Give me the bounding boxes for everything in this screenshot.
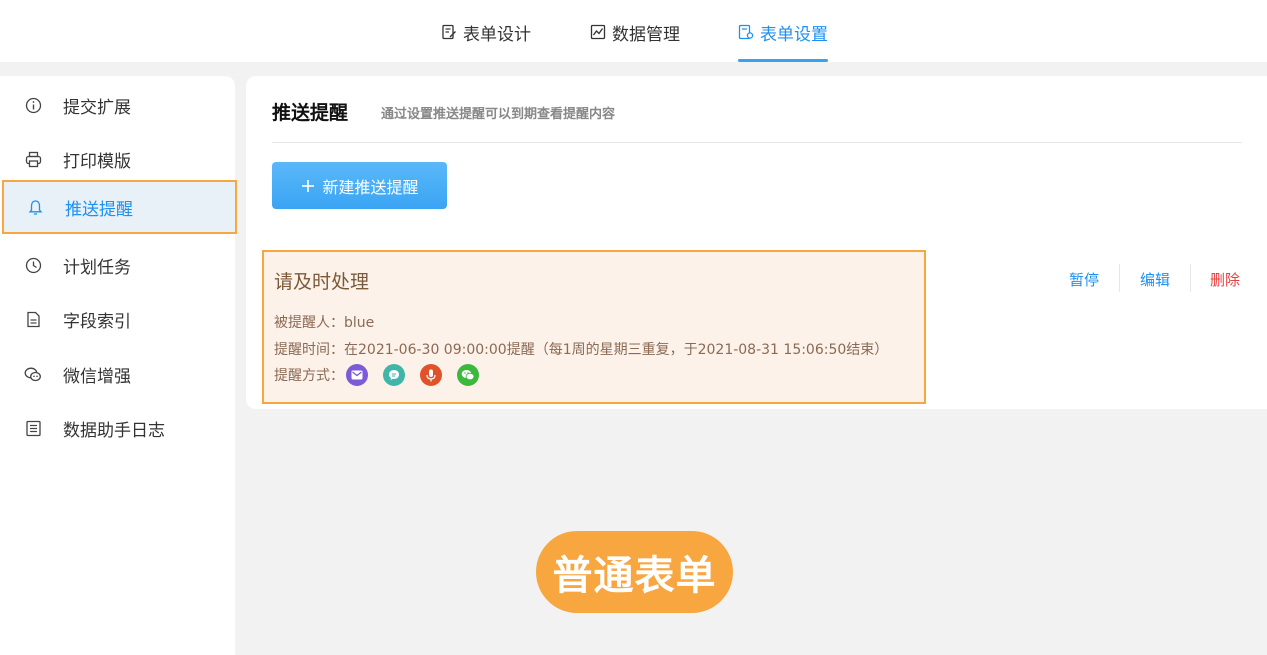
sidebar-item-label: 计划任务 [63, 257, 131, 278]
wechat-icon [24, 365, 42, 383]
sidebar-item-print-template[interactable]: 打印模版 [0, 132, 235, 186]
tab-label: 表单设计 [463, 25, 531, 45]
header-divider [272, 142, 1242, 143]
reminder-methods: 提醒方式： [274, 364, 494, 386]
bell-icon [26, 198, 44, 216]
tab-form-settings[interactable]: 表单设置 [738, 20, 828, 62]
voice-icon [420, 364, 442, 386]
sidebar-item-label: 打印模版 [63, 151, 131, 172]
form-settings-icon [738, 24, 754, 40]
page-title: 推送提醒 [272, 102, 349, 124]
page-subtitle: 通过设置推送提醒可以到期查看提醒内容 [381, 107, 616, 122]
clock-icon [24, 256, 42, 274]
tab-label: 表单设置 [760, 25, 828, 45]
sidebar-item-wechat-enhance[interactable]: 微信增强 [0, 347, 235, 401]
form-type-badge: 普通表单 [536, 531, 733, 613]
action-separator [1119, 264, 1120, 292]
email-icon [346, 364, 368, 386]
pause-button[interactable]: 暂停 [1069, 269, 1099, 290]
sidebar-item-label: 提交扩展 [63, 97, 131, 118]
push-reminder-panel: 推送提醒 通过设置推送提醒可以到期查看提醒内容 新建推送提醒 请及时处理 被提醒… [246, 76, 1267, 409]
sidebar-item-scheduled-tasks[interactable]: 计划任务 [0, 238, 235, 292]
wechat-icon [457, 364, 479, 386]
settings-sidebar: 提交扩展 打印模版 推送提醒 计划任务 字段索引 微信增强 数据助手日志 [0, 76, 237, 655]
new-button-label: 新建推送提醒 [322, 177, 419, 197]
tab-data-management[interactable]: 数据管理 [590, 20, 680, 62]
action-separator [1190, 264, 1191, 292]
info-icon [24, 96, 42, 114]
delete-button[interactable]: 删除 [1210, 269, 1240, 290]
message-icon [383, 364, 405, 386]
reminder-time: 提醒时间：在2021-06-30 09:00:00提醒（每1周的星期三重复，于2… [274, 342, 889, 358]
sidebar-item-field-index[interactable]: 字段索引 [0, 292, 235, 346]
printer-icon [24, 150, 42, 168]
sidebar-item-label: 字段索引 [63, 311, 131, 332]
chart-icon [590, 24, 606, 40]
sidebar-item-label: 微信增强 [63, 366, 131, 387]
sidebar-item-data-assistant-log[interactable]: 数据助手日志 [0, 401, 235, 455]
tab-form-design[interactable]: 表单设计 [441, 20, 531, 62]
sidebar-item-label: 推送提醒 [65, 199, 133, 220]
reminder-method-label: 提醒方式： [274, 368, 344, 384]
sidebar-item-label: 数据助手日志 [63, 420, 165, 441]
plus-icon [302, 179, 315, 192]
edit-button[interactable]: 编辑 [1140, 269, 1170, 290]
document-icon [24, 310, 42, 328]
reminder-card: 请及时处理 被提醒人：blue 提醒时间：在2021-06-30 09:00:0… [262, 250, 926, 404]
tab-label: 数据管理 [612, 25, 680, 45]
edit-icon [442, 24, 456, 40]
sidebar-item-push-reminder[interactable]: 推送提醒 [2, 180, 237, 234]
list-icon [24, 419, 42, 437]
new-push-reminder-button[interactable]: 新建推送提醒 [272, 162, 447, 209]
reminder-recipient: 被提醒人：blue [274, 315, 375, 331]
top-tab-bar: 表单设计 数据管理 表单设置 [0, 0, 1267, 62]
reminder-name: 请及时处理 [274, 271, 370, 293]
sidebar-item-submit-extension[interactable]: 提交扩展 [0, 78, 235, 132]
